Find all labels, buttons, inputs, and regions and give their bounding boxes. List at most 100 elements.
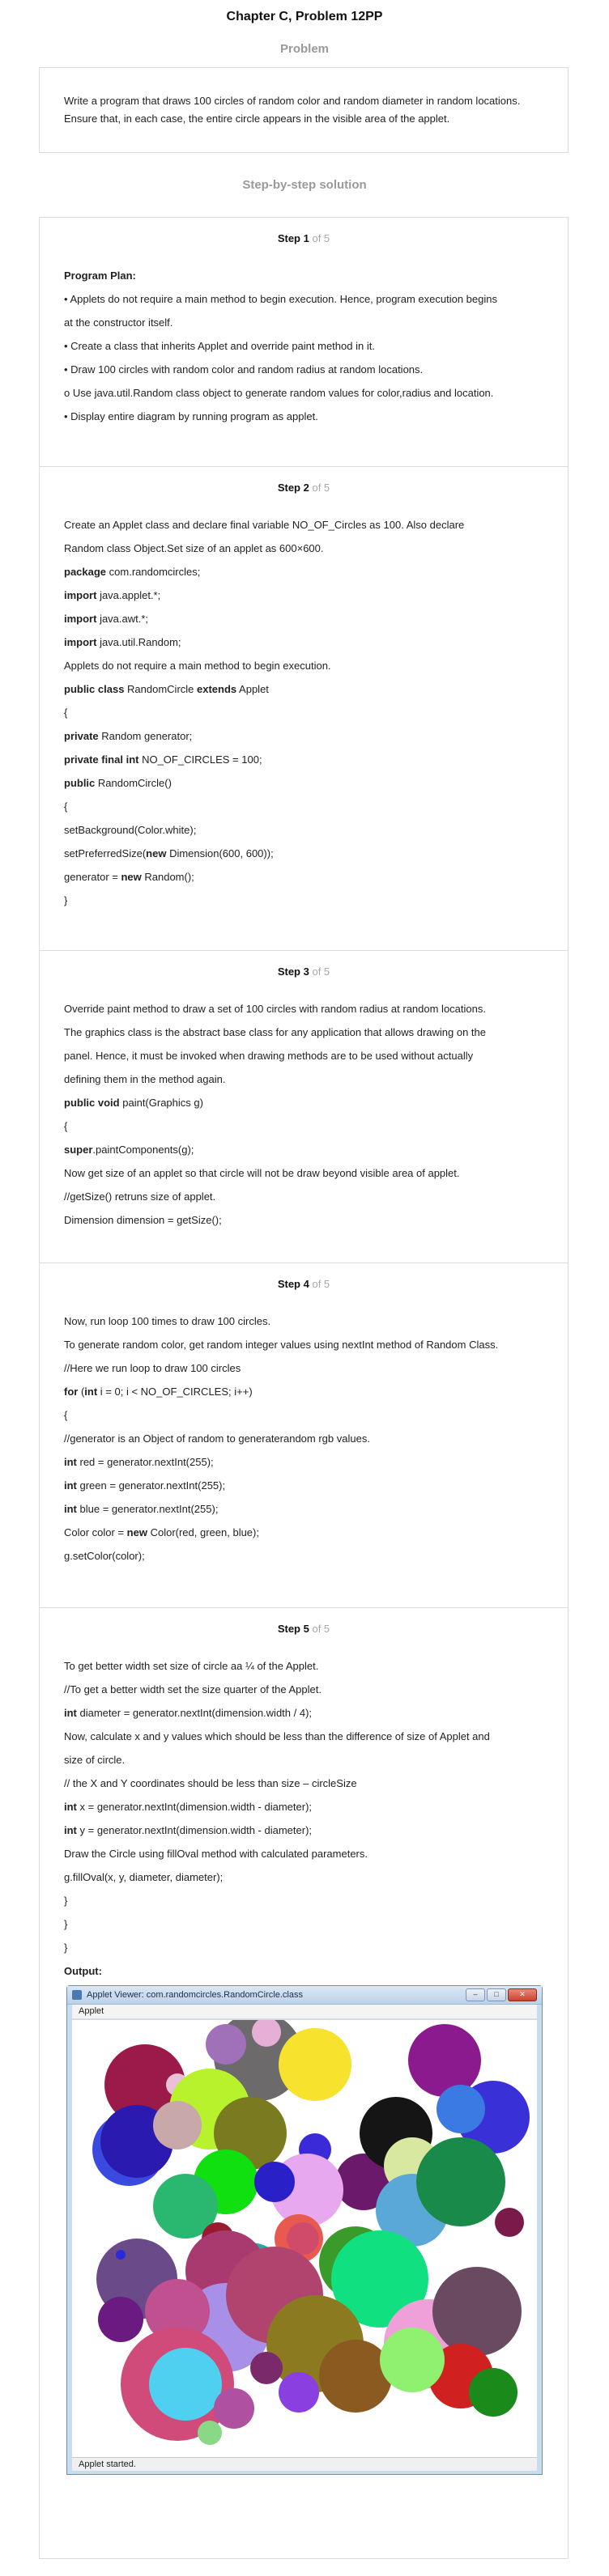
- line-text: Now, run loop 100 times to draw 100 circ…: [64, 1315, 271, 1327]
- code-line: }: [64, 893, 543, 907]
- keyword: import: [64, 613, 97, 625]
- keyword: private: [64, 730, 99, 742]
- step-header: Step 3 of 5: [40, 965, 568, 978]
- line-text: red = generator.nextInt(255);: [76, 1456, 214, 1468]
- code-line: Draw the Circle using fillOval method wi…: [64, 1847, 543, 1861]
- code-line: {: [64, 800, 543, 813]
- code-line: //getSize() retruns size of applet.: [64, 1190, 543, 1203]
- code-line: Now, run loop 100 times to draw 100 circ…: [64, 1314, 543, 1328]
- code-line: at the constructor itself.: [64, 316, 543, 329]
- line-text: {: [64, 707, 68, 719]
- maximize-button[interactable]: □: [487, 1988, 506, 2001]
- circle-mark: [116, 2250, 126, 2260]
- line-text: g.setColor(color);: [64, 1550, 145, 1562]
- step-header: Step 5 of 5: [40, 1623, 568, 1635]
- java-icon: [72, 1990, 82, 2000]
- step-of: of 5: [312, 1623, 330, 1635]
- code-line: int diameter = generator.nextInt(dimensi…: [64, 1706, 543, 1720]
- line-text: RandomCircle(): [95, 777, 172, 789]
- code-line: To generate random color, get random int…: [64, 1338, 543, 1352]
- code-line: public RandomCircle(): [64, 776, 543, 790]
- keyword: Program Plan:: [64, 269, 136, 282]
- keyword: new: [126, 1526, 147, 1538]
- code-line: {: [64, 706, 543, 719]
- circle-mark: [437, 2085, 485, 2133]
- line-text: Dimension(600, 600));: [166, 847, 274, 859]
- line-text: .paintComponents(g);: [92, 1144, 194, 1156]
- circle-mark: [254, 2162, 295, 2202]
- step-number: Step 2: [277, 482, 309, 494]
- step-header: Step 4 of 5: [40, 1278, 568, 1290]
- circle-mark: [206, 2024, 246, 2065]
- line-text: • Draw 100 circles with random color and…: [64, 363, 424, 376]
- code-line: //generator is an Object of random to ge…: [64, 1432, 543, 1445]
- keyword: int: [64, 1801, 77, 1813]
- code-line: Output:: [64, 1964, 543, 1978]
- step-box: Step 4 of 5 Now, run loop 100 times to dr…: [39, 1263, 569, 1609]
- code-line: {: [64, 1408, 543, 1422]
- step-header: Step 1 of 5: [40, 232, 568, 244]
- line-text: }: [64, 894, 68, 906]
- keyword: public class: [64, 683, 125, 695]
- code-line: import java.applet.*;: [64, 588, 543, 602]
- line-text: at the constructor itself.: [64, 316, 173, 329]
- close-button[interactable]: ✕: [508, 1988, 537, 2001]
- line-text: //To get a better width set the size qua…: [64, 1683, 322, 1695]
- step-header: Step 2 of 5: [40, 482, 568, 494]
- code-line: setBackground(Color.white);: [64, 823, 543, 837]
- circle-mark: [319, 2340, 392, 2413]
- code-line: for (int i = 0; i < NO_OF_CIRCLES; i++): [64, 1385, 543, 1398]
- applet-status: Applet started.: [72, 2457, 537, 2471]
- circle-mark: [469, 2368, 517, 2417]
- line-text: {: [64, 1120, 68, 1132]
- code-line: setPreferredSize(new Dimension(600, 600)…: [64, 847, 543, 860]
- code-line: size of circle.: [64, 1753, 543, 1767]
- keyword: private final int: [64, 753, 139, 766]
- code-line: • Create a class that inherits Applet an…: [64, 339, 543, 353]
- problem-box: Write a program that draws 100 circles o…: [39, 67, 569, 153]
- line-text: //Here we run loop to draw 100 circles: [64, 1362, 241, 1374]
- minimize-button[interactable]: –: [466, 1988, 485, 2001]
- line-text: // the X and Y coordinates should be les…: [64, 1777, 357, 1789]
- line-text: x = generator.nextInt(dimension.width - …: [76, 1801, 313, 1813]
- keyword: Output:: [64, 1965, 102, 1977]
- keyword: for: [64, 1386, 79, 1398]
- keyword: int: [64, 1456, 77, 1468]
- code-line: int y = generator.nextInt(dimension.widt…: [64, 1823, 543, 1837]
- keyword: int: [64, 1503, 77, 1515]
- line-text: To generate random color, get random int…: [64, 1339, 499, 1351]
- circle-mark: [279, 2372, 319, 2413]
- step-body: Override paint method to draw a set of 1…: [40, 1002, 568, 1227]
- code-line: private final int NO_OF_CIRCLES = 100;: [64, 753, 543, 766]
- keyword: int: [64, 1479, 77, 1492]
- code-line: //To get a better width set the size qua…: [64, 1683, 543, 1696]
- code-line: Applets do not require a main method to …: [64, 659, 543, 673]
- code-line: • Display entire diagram by running prog…: [64, 410, 543, 423]
- line-text: • Create a class that inherits Applet an…: [64, 340, 375, 352]
- keyword: extends: [197, 683, 237, 695]
- code-line: To get better width set size of circle a…: [64, 1659, 543, 1673]
- line-text: • Applets do not require a main method t…: [64, 293, 497, 305]
- applet-menu[interactable]: Applet: [72, 2005, 537, 2019]
- line-text: //generator is an Object of random to ge…: [64, 1432, 370, 1445]
- circle-mark: [408, 2024, 481, 2097]
- line-text: y = generator.nextInt(dimension.width - …: [76, 1824, 313, 1836]
- step-body: To get better width set size of circle a…: [40, 1659, 568, 1978]
- keyword: int: [84, 1386, 98, 1398]
- code-line: int green = generator.nextInt(255);: [64, 1479, 543, 1492]
- code-line: int blue = generator.nextInt(255);: [64, 1502, 543, 1516]
- applet-titlebar[interactable]: Applet Viewer: com.randomcircles.RandomC…: [67, 1986, 542, 2005]
- circle-mark: [380, 2328, 445, 2392]
- line-text: setBackground(Color.white);: [64, 824, 197, 836]
- code-line: Dimension dimension = getSize();: [64, 1213, 543, 1227]
- code-line: super.paintComponents(g);: [64, 1143, 543, 1156]
- circles-drawing: [92, 2020, 530, 2445]
- code-line: Now get size of an applet so that circle…: [64, 1166, 543, 1180]
- line-text: Random();: [141, 871, 194, 883]
- circle-mark: [198, 2421, 222, 2445]
- step-box: Step 1 of 5 Program Plan: • Applets do not…: [39, 217, 569, 468]
- step-number: Step 1: [277, 232, 309, 244]
- code-line: o Use java.util.Random class object to g…: [64, 386, 543, 400]
- line-text: Now, calculate x and y values which shou…: [64, 1730, 490, 1742]
- line-text: o Use java.util.Random class object to g…: [64, 387, 494, 399]
